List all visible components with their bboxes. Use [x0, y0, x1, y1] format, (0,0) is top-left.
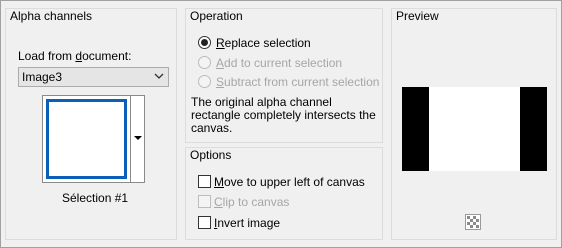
preview-left-black-band: [402, 87, 429, 171]
preview-canvas: [402, 87, 547, 171]
invert-image-checkbox[interactable]: [198, 216, 211, 229]
thumbnail-dropdown-button[interactable]: [130, 95, 145, 183]
move-to-upper-left-checkbox[interactable]: [198, 175, 211, 188]
load-selection-dialog: Alpha channels Load from document: Image…: [0, 0, 562, 248]
replace-selection-label[interactable]: Replace selection: [216, 36, 311, 50]
add-to-selection-label[interactable]: Add to current selection: [216, 56, 342, 70]
invert-image-label[interactable]: Invert image: [214, 216, 280, 230]
chevron-down-icon: [154, 73, 164, 79]
document-select-value: Image3: [22, 70, 63, 84]
options-title: Options: [190, 148, 232, 162]
document-select[interactable]: Image3: [18, 67, 169, 87]
alpha-channels-title: Alpha channels: [10, 9, 93, 23]
add-to-selection-radio[interactable]: [198, 56, 211, 69]
preview-title: Preview: [396, 9, 439, 23]
preview-zoom-icon[interactable]: [465, 214, 481, 230]
options-panel: Options Move to upper left of canvas Cli…: [185, 147, 383, 240]
dropdown-arrow-icon: [134, 136, 142, 140]
operation-description: The original alpha channel rectangle com…: [191, 95, 376, 135]
subtract-from-selection-label[interactable]: Subtract from current selection: [216, 75, 379, 89]
clip-to-canvas-checkbox[interactable]: [198, 195, 211, 208]
selection-name-label: Sélection #1: [62, 191, 129, 205]
alpha-channel-thumbnail[interactable]: [42, 95, 131, 183]
clip-to-canvas-label[interactable]: Clip to canvas: [214, 195, 289, 209]
move-to-upper-left-label[interactable]: Move to upper left of canvas: [214, 175, 365, 189]
preview-panel: Preview: [391, 8, 557, 240]
operation-panel: Operation Replace selection Add to curre…: [185, 8, 383, 143]
replace-selection-radio[interactable]: [198, 36, 211, 49]
subtract-from-selection-radio[interactable]: [198, 75, 211, 88]
load-from-document-label: Load from document:: [18, 49, 132, 63]
operation-title: Operation: [190, 9, 243, 23]
alpha-channels-panel: Alpha channels Load from document: Image…: [5, 8, 177, 240]
selected-channel-highlight: [46, 99, 127, 179]
preview-right-black-band: [520, 87, 547, 171]
